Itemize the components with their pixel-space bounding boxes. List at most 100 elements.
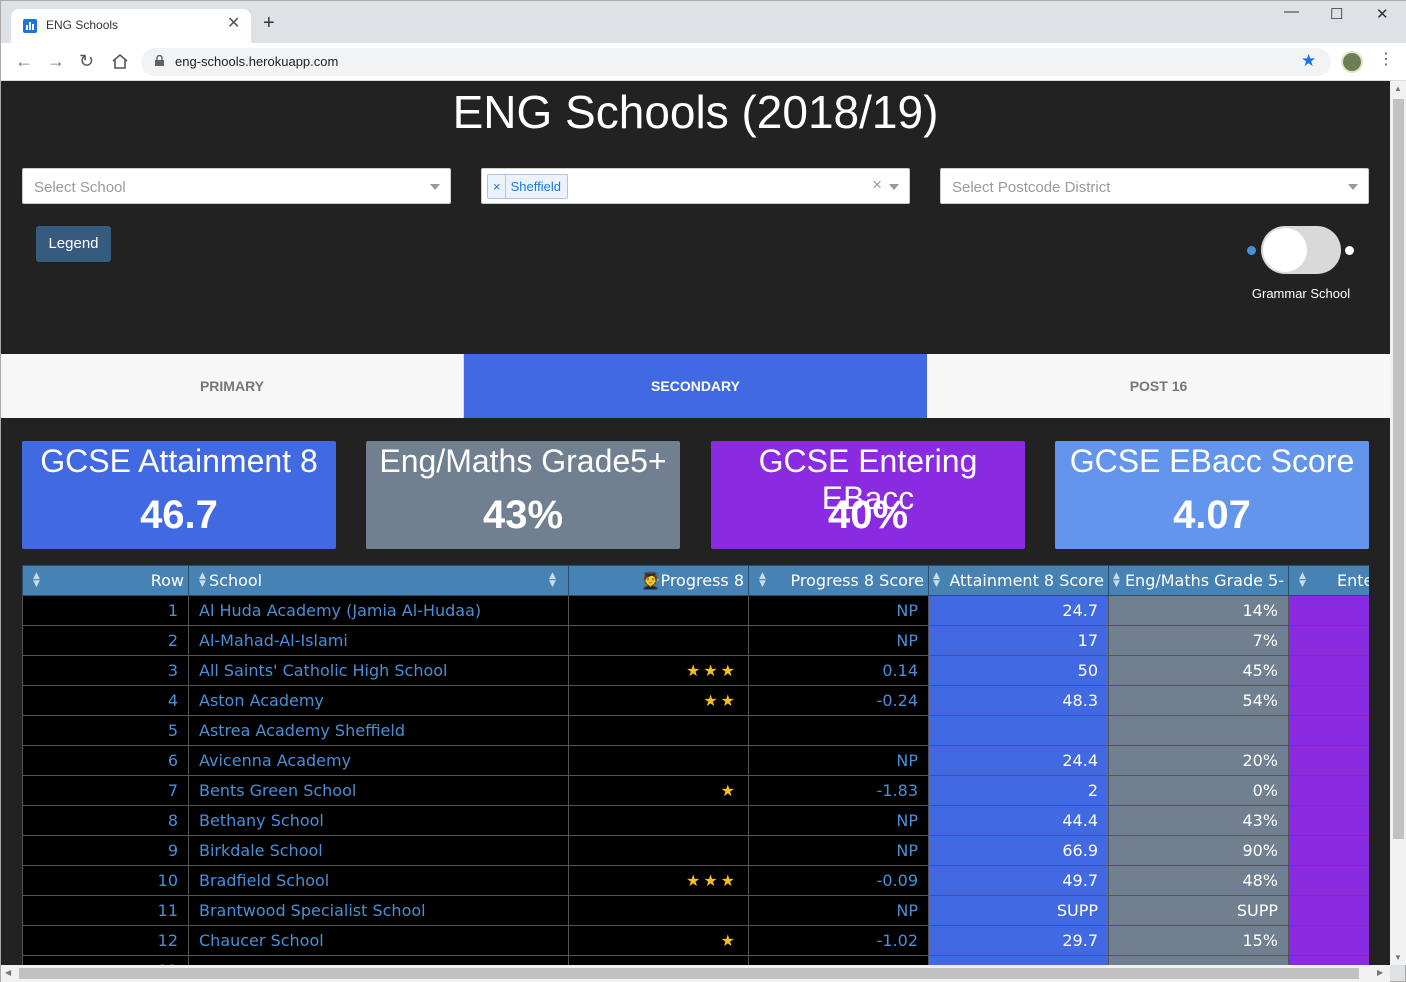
toggle-on-indicator [1345,246,1354,255]
table-row: 5 Astrea Academy Sheffield [22,715,1369,746]
vertical-scrollbar[interactable]: ▲ ▼ [1390,81,1406,965]
entering-ebacc [1288,715,1369,746]
school-name-link[interactable]: Chaucer School [188,925,569,956]
header-entering-ebacc[interactable]: ▲▼Ente [1288,565,1369,596]
school-name-link[interactable]: Astrea Academy Sheffield [188,715,569,746]
close-window-icon[interactable]: ✕ [1376,5,1389,23]
forward-icon[interactable]: → [47,51,65,71]
scroll-right-icon[interactable]: ▶ [1377,968,1383,977]
attainment-8-score: 44.4 [928,805,1109,836]
row-number: 5 [22,715,189,746]
close-tab-icon[interactable]: ✕ [227,16,240,32]
url-text: eng-schools.herokuapp.com [175,54,339,69]
progress-8-score: NP [748,895,929,926]
bookmark-star-icon[interactable]: ★ [1301,51,1316,71]
table-row: 8 Bethany School NP 44.4 43% [22,805,1369,836]
row-number: 12 [22,925,189,956]
phase-tabs: PRIMARY SECONDARY POST 16 [1,354,1390,418]
maximize-icon[interactable]: ☐ [1330,5,1343,23]
school-name-link[interactable] [188,955,569,965]
kebab-menu-icon[interactable]: ⋮ [1378,52,1394,68]
browser-tab[interactable]: ENG Schools ✕ [11,9,251,43]
address-bar[interactable]: eng-schools.herokuapp.com ★ [141,48,1331,76]
row-number: 1 [22,595,189,626]
sort-icon[interactable]: ▲ ▼ [199,572,206,589]
entering-ebacc [1288,625,1369,656]
eng-maths-grade: 54% [1108,685,1289,716]
school-name-link[interactable]: All Saints' Catholic High School [188,655,569,686]
scroll-left-icon[interactable]: ◀ [5,968,11,977]
chevron-down-icon [889,184,899,190]
school-name-link[interactable]: Bradfield School [188,865,569,896]
page-title: ENG Schools (2018/19) [452,86,939,138]
sort-icon[interactable]: ▲ ▼ [933,572,940,589]
attainment-8-score: 24.7 [928,595,1109,626]
school-name-link[interactable]: Aston Academy [188,685,569,716]
school-name-link[interactable]: Bents Green School [188,775,569,806]
reload-icon[interactable]: ↻ [79,51,94,71]
new-tab-button[interactable]: + [263,13,275,33]
attainment-8-score [928,955,1109,965]
eng-maths-grade: 14% [1108,595,1289,626]
scrollbar-thumb[interactable] [1393,99,1404,839]
table-row: 2 Al-Mahad-Al-Islami NP 17 7% [22,625,1369,656]
grammar-school-toggle[interactable] [1261,226,1341,274]
attainment-8-score: 49.7 [928,865,1109,896]
entering-ebacc [1288,865,1369,896]
remove-chip-icon[interactable]: × [488,175,506,198]
eng-maths-grade: 15% [1108,925,1289,956]
scrollbar-thumb[interactable] [19,968,1359,979]
legend-button[interactable]: Legend [36,226,111,262]
attainment-8-score: 24.4 [928,745,1109,776]
scroll-down-icon[interactable]: ▼ [1394,953,1402,962]
eng-maths-grade: 48% [1108,865,1289,896]
progress-8-stars [568,745,749,776]
school-name-link[interactable]: Al-Mahad-Al-Islami [188,625,569,656]
sort-icon[interactable]: ▲ ▼ [1113,572,1120,589]
sort-icon[interactable]: ▲ ▼ [549,572,556,589]
progress-8-score: -0.09 [748,865,929,896]
table-row: 6 Avicenna Academy NP 24.4 20% [22,745,1369,776]
progress-8-stars: ★★★ [568,865,749,896]
sort-icon[interactable]: ▲ ▼ [1299,572,1306,589]
postcode-select[interactable]: Select Postcode District [940,168,1369,204]
chevron-down-icon [430,184,440,190]
attainment-8-score: 50 [928,655,1109,686]
profile-avatar[interactable] [1341,51,1363,73]
horizontal-scrollbar[interactable]: ◀ ▶ [1,965,1390,982]
tab-secondary[interactable]: SECONDARY [464,354,927,418]
card-value: 4.07 [1173,493,1251,537]
header-row[interactable]: ▲ ▼ Row [22,565,189,596]
school-select[interactable]: Select School [22,168,451,204]
clear-selection-icon[interactable]: × [872,176,882,194]
tab-post-16[interactable]: POST 16 [927,354,1390,418]
minimize-icon[interactable]: — [1284,3,1299,20]
attainment-8-score: 66.9 [928,835,1109,866]
header-progress-8-score[interactable]: ▲ ▼ Progress 8 Score [748,565,929,596]
header-progress-8[interactable]: 🧑‍🎓Progress 8 [568,565,749,596]
card-entering-ebacc: GCSE Entering EBacc 40% [711,441,1025,549]
scroll-up-icon[interactable]: ▲ [1394,84,1402,93]
school-name-link[interactable]: Birkdale School [188,835,569,866]
eng-maths-grade: 0% [1108,775,1289,806]
header-school[interactable]: ▲ ▼ School ▲ ▼ [188,565,569,596]
tab-primary[interactable]: PRIMARY [1,354,464,418]
progress-8-stars [568,805,749,836]
entering-ebacc [1288,685,1369,716]
home-icon[interactable] [111,53,129,70]
eng-maths-grade: 90% [1108,835,1289,866]
sort-icon[interactable]: ▲ ▼ [33,572,40,589]
sort-icon[interactable]: ▲ ▼ [759,572,766,589]
school-name-link[interactable]: Brantwood Specialist School [188,895,569,926]
back-icon[interactable]: ← [15,51,33,71]
school-name-link[interactable]: Bethany School [188,805,569,836]
card-value: 43% [482,493,564,537]
header-eng-maths[interactable]: ▲ ▼ Eng/Maths Grade 5- [1108,565,1289,596]
table-row: 9 Birkdale School NP 66.9 90% [22,835,1369,866]
eng-maths-grade: 20% [1108,745,1289,776]
lock-icon [155,55,164,66]
school-name-link[interactable]: Avicenna Academy [188,745,569,776]
local-authority-select[interactable]: × Sheffield × [481,168,910,204]
school-name-link[interactable]: Al Huda Academy (Jamia Al-Hudaa) [188,595,569,626]
header-attainment-8-score[interactable]: ▲ ▼ Attainment 8 Score [928,565,1109,596]
